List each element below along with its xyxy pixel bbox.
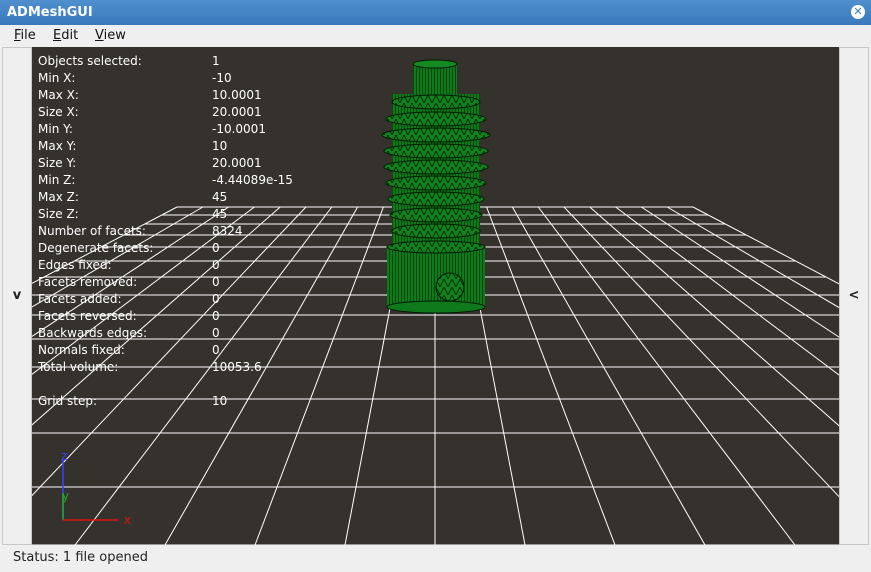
info-value: 45 xyxy=(212,190,228,204)
info-value: 0 xyxy=(212,309,220,323)
grid-step-label: Grid step: xyxy=(38,394,97,408)
info-value: -10.0001 xyxy=(212,122,266,136)
info-value: 10 xyxy=(212,139,228,153)
z-axis-label: z xyxy=(61,449,67,463)
info-value: 10.0001 xyxy=(212,88,262,102)
menu-view[interactable]: View xyxy=(95,28,126,43)
info-label: Edges fixed: xyxy=(38,258,112,272)
grid-step-value: 10 xyxy=(212,394,228,408)
mesh-model[interactable] xyxy=(32,47,839,545)
info-label: Total volume: xyxy=(38,360,119,374)
info-label: Min Z: xyxy=(38,173,76,187)
info-label: Size Y: xyxy=(38,156,77,170)
y-axis-label: y xyxy=(62,489,69,503)
info-label: Backwards edges: xyxy=(38,326,148,340)
info-label: Size Z: xyxy=(38,207,79,221)
status-bar: Status: 1 file opened xyxy=(0,545,871,572)
info-value: 20.0001 xyxy=(212,105,262,119)
info-label: Objects selected: xyxy=(38,54,142,68)
window-title: ADMeshGUI xyxy=(7,5,93,20)
status-text: Status: 1 file opened xyxy=(13,550,148,565)
info-value: -4.44089e-15 xyxy=(212,173,293,187)
info-label: Degenerate facets: xyxy=(38,241,154,255)
title-bar: ADMeshGUI ✕ xyxy=(0,0,871,25)
close-icon[interactable]: ✕ xyxy=(851,5,865,19)
info-label: Normals fixed: xyxy=(38,343,125,357)
info-label: Min Y: xyxy=(38,122,73,136)
model-thread-rings xyxy=(381,94,491,249)
info-label: Size X: xyxy=(38,105,79,119)
model-base-cylinder xyxy=(386,240,486,314)
info-label: Max Y: xyxy=(38,139,77,153)
info-value: 10053.6 xyxy=(212,360,262,374)
info-value: 1 xyxy=(212,54,220,68)
info-label: Min X: xyxy=(38,71,76,85)
info-value: 0 xyxy=(212,258,220,272)
info-value: 0 xyxy=(212,275,220,289)
info-value: 0 xyxy=(212,343,220,357)
expand-left-icon: v xyxy=(12,288,22,303)
info-label: Number of facets: xyxy=(38,224,146,238)
info-value: 8324 xyxy=(212,224,243,238)
right-panel-toggle[interactable]: < xyxy=(839,47,869,545)
x-axis-label: x xyxy=(124,513,131,527)
3d-viewport[interactable]: Objects selected: 1 Min X: -10 Max X: 10.0001… xyxy=(32,47,839,545)
menu-edit[interactable]: Edit xyxy=(53,28,78,43)
info-label: Facets added: xyxy=(38,292,122,306)
info-value: -10 xyxy=(212,71,232,85)
axis-gizmo: z y x xyxy=(61,449,131,527)
info-label: Max Z: xyxy=(38,190,79,204)
info-value: 20.0001 xyxy=(212,156,262,170)
info-value: 45 xyxy=(212,207,228,221)
left-panel-toggle[interactable]: v xyxy=(2,47,32,545)
info-label: Facets reversed: xyxy=(38,309,137,323)
info-value: 0 xyxy=(212,241,220,255)
info-label: Facets removed: xyxy=(38,275,138,289)
menu-file[interactable]: File xyxy=(14,28,36,43)
info-value: 0 xyxy=(212,292,220,306)
info-label: Max X: xyxy=(38,88,79,102)
expand-right-icon: < xyxy=(848,288,860,303)
menu-bar: File Edit View xyxy=(0,25,871,47)
model-top-cylinder xyxy=(412,59,458,94)
info-value: 0 xyxy=(212,326,220,340)
